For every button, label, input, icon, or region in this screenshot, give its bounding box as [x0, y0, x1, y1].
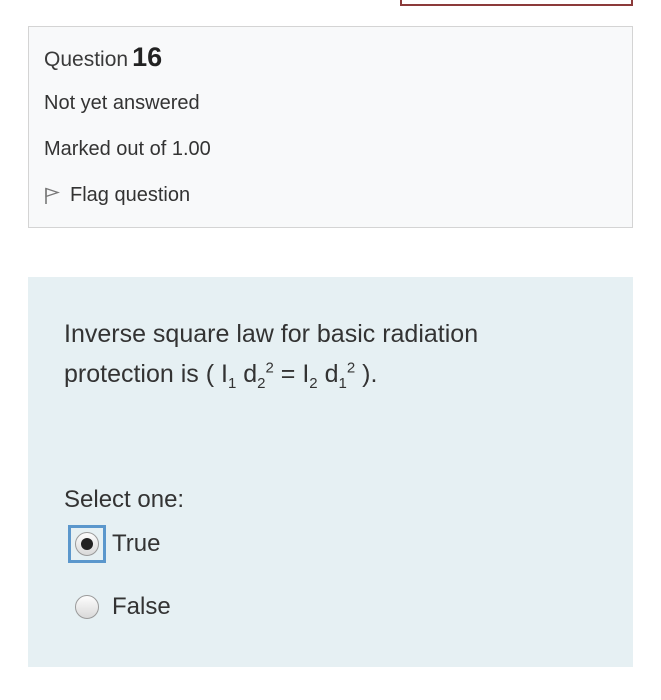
previous-question-box-edge — [400, 0, 633, 6]
radio-selected-icon — [75, 532, 99, 556]
question-state: Not yet answered — [44, 92, 200, 114]
radio-true[interactable] — [68, 525, 106, 563]
question-title: Question 16 — [44, 42, 162, 73]
answer-option-true[interactable]: True — [68, 525, 160, 563]
question-grade: Marked out of 1.00 — [44, 138, 211, 160]
radio-false[interactable] — [68, 588, 106, 626]
question-label: Question — [44, 48, 129, 71]
question-content-panel: Inverse square law for basic radiation p… — [28, 277, 633, 667]
answer-option-false[interactable]: False — [68, 588, 171, 626]
flag-question-link[interactable]: Flag question — [44, 184, 190, 207]
question-number: 16 — [132, 42, 163, 72]
flag-question-label: Flag question — [70, 184, 191, 206]
question-text: Inverse square law for basic radiation p… — [64, 320, 479, 392]
flag-icon — [45, 187, 60, 204]
answer-prompt: Select one: — [64, 486, 185, 513]
option-label-false: False — [112, 593, 171, 620]
option-label-true: True — [112, 530, 161, 557]
question-info-panel: Question 16 Not yet answered Marked out o… — [28, 26, 633, 228]
radio-unselected-icon — [75, 595, 99, 619]
